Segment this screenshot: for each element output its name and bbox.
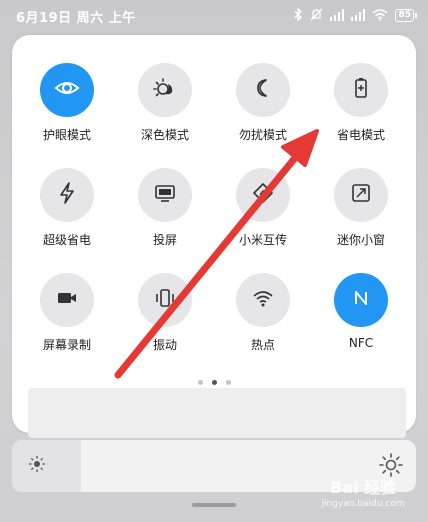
page-indicator — [12, 380, 416, 385]
tile-label: 勿扰模式 — [238, 128, 287, 142]
ultra-battery-saver-toggle[interactable] — [40, 168, 94, 222]
page-dot-current — [211, 380, 217, 385]
status-icons: 85 — [294, 6, 417, 25]
tile-label: 超级省电 — [42, 233, 91, 247]
brightness-fill — [12, 440, 81, 492]
eye-icon — [53, 74, 81, 106]
tile-label: 深色模式 — [140, 128, 189, 142]
signal-icon — [351, 6, 366, 25]
do-not-disturb-toggle[interactable] — [236, 63, 290, 117]
tile-vibrate[interactable]: 振动 — [120, 273, 210, 373]
dark-mode-toggle[interactable] — [138, 63, 192, 117]
page-dot — [225, 380, 231, 385]
hotspot-icon — [249, 284, 277, 316]
watermark-url: jingyan.baidu.com — [321, 499, 405, 509]
tile-label: 省电模式 — [336, 128, 385, 142]
home-indicator[interactable] — [192, 503, 236, 507]
mute-icon — [310, 6, 323, 25]
nfc-icon — [347, 284, 375, 316]
tile-dark-mode[interactable]: 深色模式 — [120, 63, 210, 163]
vibrate-toggle[interactable] — [138, 273, 192, 327]
tile-do-not-disturb[interactable]: 勿扰模式 — [218, 63, 308, 163]
hotspot-toggle[interactable] — [236, 273, 290, 327]
tile-label: 投屏 — [152, 233, 177, 247]
screen-cast-icon — [151, 179, 179, 211]
tile-label: 屏幕录制 — [42, 338, 91, 352]
tile-battery-saver[interactable]: 省电模式 — [316, 63, 406, 163]
brightness-low-icon — [28, 455, 46, 477]
media-card-area — [28, 388, 406, 438]
tile-screen-record[interactable]: 屏幕录制 — [22, 273, 112, 373]
tile-label: NFC — [348, 336, 374, 350]
tile-label: 小米互传 — [238, 233, 287, 247]
battery-saver-toggle[interactable] — [334, 63, 388, 117]
tile-mini-window[interactable]: 迷你小窗 — [316, 168, 406, 268]
tile-ultra-battery-saver[interactable]: 超级省电 — [22, 168, 112, 268]
tile-label: 护眼模式 — [42, 128, 91, 142]
bolt-icon — [53, 179, 81, 211]
mini-window-icon — [347, 179, 375, 211]
moon-icon — [249, 74, 277, 106]
tile-hotspot[interactable]: 热点 — [218, 273, 308, 373]
control-center-panel: 护眼模式 深色模式 勿扰模式 省电模式 超级省电 投屏 小米互传 迷你小窗 屏幕… — [12, 35, 416, 433]
status-bar: 6月19日 周六 上午 85 — [0, 0, 428, 32]
status-time: 6月19日 周六 上午 — [16, 11, 136, 26]
tile-mi-share[interactable]: 小米互传 — [218, 168, 308, 268]
mini-window-toggle[interactable] — [334, 168, 388, 222]
screen-cast-toggle[interactable] — [138, 168, 192, 222]
tile-eye-care[interactable]: 护眼模式 — [22, 63, 112, 163]
video-camera-icon — [53, 284, 81, 316]
watermark-brand: Bai 经验 — [329, 478, 397, 497]
nfc-toggle[interactable] — [334, 273, 388, 327]
signal-icon — [330, 6, 345, 25]
watermark: Bai 经验 jingyan.baidu.com — [308, 474, 418, 509]
mi-share-toggle[interactable] — [236, 168, 290, 222]
page-dot — [197, 380, 203, 385]
tile-label: 振动 — [152, 338, 177, 352]
vibrate-icon — [151, 284, 179, 316]
eye-care-toggle[interactable] — [40, 63, 94, 117]
tile-screen-cast[interactable]: 投屏 — [120, 168, 210, 268]
screen-record-toggle[interactable] — [40, 273, 94, 327]
dark-mode-icon — [151, 74, 179, 106]
wifi-icon — [372, 6, 388, 25]
share-icon — [249, 179, 277, 211]
tile-label: 迷你小窗 — [336, 233, 385, 247]
tile-label: 热点 — [250, 338, 275, 352]
tile-nfc[interactable]: NFC — [316, 273, 406, 373]
bluetooth-icon — [294, 6, 303, 25]
battery-saver-icon — [347, 74, 375, 106]
battery-icon: 85 — [395, 9, 417, 22]
